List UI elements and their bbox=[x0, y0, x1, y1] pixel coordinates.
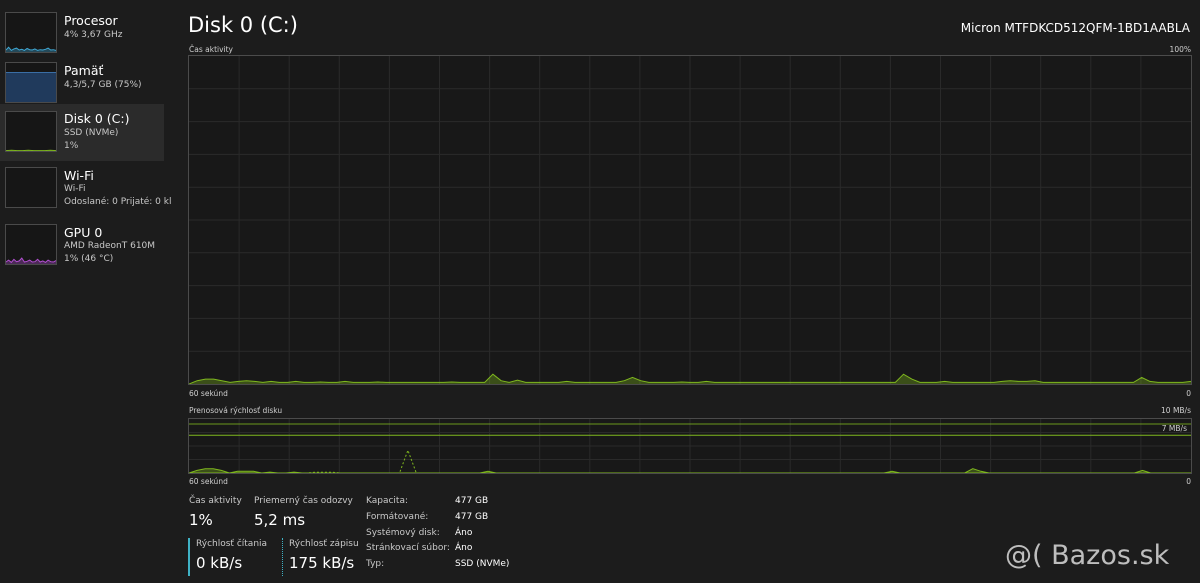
property-value: Áno bbox=[455, 543, 473, 553]
activity-grid bbox=[189, 56, 1191, 384]
sidebar-item-label: Procesor bbox=[64, 13, 118, 28]
sidebar-item-label: Wi-Fi bbox=[64, 168, 94, 183]
sidebar-item-label: GPU 0 bbox=[64, 225, 103, 240]
sidebar-item-detail: SSD (NVMe) bbox=[64, 128, 119, 138]
transfer-graph-canvas bbox=[188, 419, 1191, 474]
read-speed-label: Rýchlosť čítania bbox=[196, 539, 268, 549]
sidebar-item-wifi[interactable]: Wi-Fi Wi-Fi Odoslané: 0 Prijaté: 0 kl bbox=[0, 161, 171, 218]
sidebar-item-disk[interactable]: Disk 0 (C:) SSD (NVMe) 1% bbox=[0, 104, 164, 161]
property-key: Stránkovací súbor: bbox=[366, 543, 450, 553]
transfer-graph-max: 10 MB/s bbox=[1161, 406, 1191, 415]
sidebar-item-label: Disk 0 (C:) bbox=[64, 111, 130, 126]
gpu-thumbnail-graph bbox=[5, 224, 57, 265]
write-speed-legend-bar bbox=[282, 538, 283, 576]
activity-stat-value: 1% bbox=[189, 511, 213, 529]
watermark: @( Bazos.sk bbox=[1005, 540, 1169, 571]
sidebar-item-detail: 4% 3,67 GHz bbox=[64, 30, 123, 40]
device-model: Micron MTFDKCD512QFM-1BD1AABLA bbox=[960, 21, 1190, 35]
property-key: Systémový disk: bbox=[366, 528, 440, 538]
activity-graph-min: 0 bbox=[1186, 389, 1191, 398]
activity-stat-label: Čas aktivity bbox=[189, 496, 242, 506]
response-time-label: Priemerný čas odozvy bbox=[254, 496, 353, 506]
sidebar-item-detail-2: 1% bbox=[64, 141, 79, 151]
memory-usage-fill bbox=[6, 71, 56, 102]
activity-graph-label: Čas aktivity bbox=[189, 45, 233, 54]
sidebar-item-detail: 4,3/5,7 GB (75%) bbox=[64, 80, 142, 90]
sidebar-item-cpu[interactable]: Procesor 4% 3,67 GHz bbox=[0, 6, 164, 63]
read-speed-value: 0 kB/s bbox=[196, 554, 243, 572]
sidebar: Procesor 4% 3,67 GHz Pamäť 4,3/5,7 GB (7… bbox=[0, 0, 171, 583]
activity-graph-max: 100% bbox=[1169, 45, 1191, 54]
sidebar-item-detail: AMD RadeonT 610M bbox=[64, 241, 156, 251]
bazos-logo: @( Bazos.sk bbox=[1005, 540, 1170, 571]
memory-thumbnail-graph bbox=[5, 62, 57, 103]
activity-graph bbox=[188, 55, 1192, 385]
disk-thumbnail-graph bbox=[5, 111, 57, 152]
transfer-graph-min: 0 bbox=[1186, 477, 1191, 486]
response-time-value: 5,2 ms bbox=[254, 511, 306, 529]
sidebar-item-gpu[interactable]: GPU 0 AMD RadeonT 610M 1% (46 °C) bbox=[0, 218, 164, 275]
property-value: SSD (NVMe) bbox=[455, 559, 510, 569]
write-speed-label: Rýchlosť zápisu bbox=[289, 539, 359, 549]
transfer-graph-label: Prenosová rýchlosť disku bbox=[189, 406, 283, 415]
sidebar-item-detail-2: Odoslané: 0 Prijaté: 0 kl bbox=[64, 197, 172, 207]
property-value: Áno bbox=[455, 528, 473, 538]
property-key: Formátované: bbox=[366, 512, 429, 522]
property-value: 477 GB bbox=[455, 496, 489, 506]
page-title: Disk 0 (C:) bbox=[188, 13, 298, 37]
sidebar-item-detail-2: 1% (46 °C) bbox=[64, 254, 114, 264]
activity-graph-canvas bbox=[188, 56, 1192, 385]
activity-graph-time: 60 sekúnd bbox=[189, 389, 228, 398]
write-speed-value: 175 kB/s bbox=[289, 554, 355, 572]
transfer-graph: 7 MB/s bbox=[188, 418, 1192, 474]
transfer-scale-label: 7 MB/s bbox=[1161, 424, 1187, 434]
property-value: 477 GB bbox=[455, 512, 489, 522]
sidebar-item-detail: Wi-Fi bbox=[64, 184, 86, 194]
cpu-thumbnail-graph bbox=[5, 12, 57, 53]
read-speed-legend-bar bbox=[188, 538, 190, 576]
property-key: Kapacita: bbox=[366, 496, 409, 506]
sidebar-item-label: Pamäť bbox=[64, 63, 104, 78]
transfer-graph-time: 60 sekúnd bbox=[189, 477, 228, 486]
property-key: Typ: bbox=[366, 559, 385, 569]
wifi-thumbnail-graph bbox=[5, 167, 57, 208]
